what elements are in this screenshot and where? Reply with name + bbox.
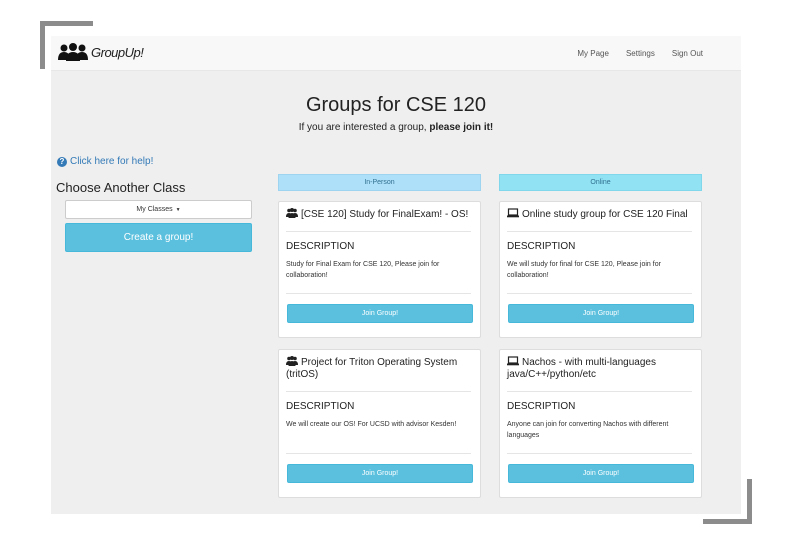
divider (286, 293, 471, 294)
create-group-button[interactable]: Create a group! (65, 223, 252, 252)
help-link-label: Click here for help! (70, 156, 154, 167)
group-title-text: [CSE 120] Study for FinalExam! - OS! (301, 209, 469, 220)
question-circle-icon: ? (57, 156, 67, 167)
group-description: Anyone can join for converting Nachos wi… (507, 421, 669, 439)
nav-links: My Page Settings Sign Out (560, 36, 703, 71)
join-group-button[interactable]: Join Group! (287, 464, 473, 483)
choose-class-heading: Choose Another Class (56, 180, 186, 195)
group-title: Nachos - with multi-languages java/C++/p… (507, 356, 695, 381)
group-description: Study for Final Exam for CSE 120, Please… (286, 261, 440, 279)
group-description: We will create our OS! For UCSD with adv… (286, 421, 457, 428)
group-card: Project for Triton Operating System (tri… (278, 349, 481, 498)
brand-logo[interactable]: GroupUp! (57, 42, 144, 62)
navbar: GroupUp! My Page Settings Sign Out (51, 36, 741, 71)
join-group-button[interactable]: Join Group! (508, 304, 694, 323)
corner-bracket-bottom-horizontal (703, 519, 752, 524)
divider (507, 293, 692, 294)
description-label: DESCRIPTION (286, 401, 355, 412)
brand-name: GroupUp! (91, 44, 144, 60)
group-title: Project for Triton Operating System (tri… (286, 356, 474, 381)
group-title-text: Nachos - with multi-languages java/C++/p… (507, 357, 656, 380)
users-icon (286, 356, 298, 366)
join-group-button[interactable]: Join Group! (508, 464, 694, 483)
in-person-column-header: In-Person (278, 174, 481, 191)
group-card: Nachos - with multi-languages java/C++/p… (499, 349, 702, 498)
app-window: GroupUp! My Page Settings Sign Out Group… (51, 36, 741, 514)
nav-link-settings[interactable]: Settings (626, 49, 655, 58)
divider (507, 391, 692, 392)
my-classes-dropdown[interactable]: My Classes ▼ (65, 200, 252, 219)
subtitle-emphasis: please join it! (429, 122, 494, 133)
nav-link-my-page[interactable]: My Page (577, 49, 609, 58)
description-label: DESCRIPTION (507, 401, 576, 412)
group-logo-icon (58, 43, 88, 61)
help-link[interactable]: ? Click here for help! (57, 156, 153, 167)
group-title-text: Project for Triton Operating System (tri… (286, 357, 458, 380)
corner-bracket-top-vertical (40, 21, 45, 69)
divider (286, 453, 471, 454)
group-title-text: Online study group for CSE 120 Final (522, 209, 688, 220)
corner-bracket-bottom-vertical (747, 479, 752, 524)
group-card: [CSE 120] Study for FinalExam! - OS! DES… (278, 201, 481, 338)
divider (507, 453, 692, 454)
join-group-button[interactable]: Join Group! (287, 304, 473, 323)
page-title: Groups for CSE 120 (305, 94, 487, 116)
my-classes-label: My Classes (136, 206, 173, 213)
page-subtitle: If you are interested a group, please jo… (51, 122, 741, 133)
divider (507, 231, 692, 232)
description-label: DESCRIPTION (286, 241, 355, 252)
divider (286, 231, 471, 232)
laptop-icon (507, 356, 519, 366)
corner-bracket-top-horizontal (40, 21, 93, 26)
online-column-header: Online (499, 174, 702, 191)
description-label: DESCRIPTION (507, 241, 576, 252)
laptop-icon (507, 208, 519, 218)
divider (286, 391, 471, 392)
group-description: We will study for final for CSE 120, Ple… (507, 261, 661, 279)
users-icon (286, 208, 298, 218)
subtitle-text: If you are interested a group, (298, 122, 430, 133)
nav-link-sign-out[interactable]: Sign Out (672, 49, 703, 58)
group-card: Online study group for CSE 120 Final DES… (499, 201, 702, 338)
group-title: Online study group for CSE 120 Final (507, 208, 695, 221)
caret-down-icon: ▼ (175, 206, 181, 213)
group-title: [CSE 120] Study for FinalExam! - OS! (286, 208, 474, 221)
